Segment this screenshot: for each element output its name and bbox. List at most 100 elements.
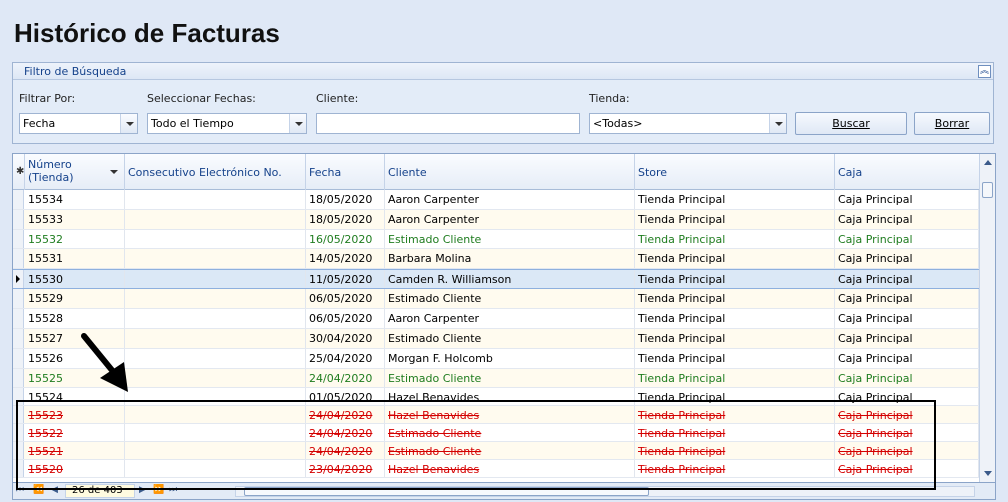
- cell-consecutivo[interactable]: [125, 249, 306, 268]
- row-indicator[interactable]: [13, 210, 24, 229]
- row-indicator[interactable]: [13, 230, 24, 248]
- row-indicator[interactable]: [13, 349, 24, 368]
- cell-store[interactable]: Tienda Principal: [635, 270, 835, 288]
- table-row[interactable]: 15528 06/05/2020 Aaron Carpenter Tienda Pri…: [13, 309, 979, 329]
- cell-store[interactable]: Tienda Principal: [635, 249, 835, 268]
- table-row[interactable]: 15533 18/05/2020 Aaron Carpenter Tienda Pri…: [13, 210, 979, 230]
- cell-cliente[interactable]: Aaron Carpenter: [385, 210, 635, 229]
- cliente-input[interactable]: [316, 113, 580, 134]
- cell-numero[interactable]: 15534: [25, 190, 125, 209]
- cell-consecutivo[interactable]: [125, 329, 306, 348]
- cell-caja-text: Caja Principal: [838, 312, 913, 325]
- cell-cliente[interactable]: Barbara Molina: [385, 249, 635, 268]
- scroll-up-icon[interactable]: [984, 160, 992, 165]
- cell-consecutivo[interactable]: [125, 230, 306, 248]
- col-header-numero[interactable]: Número (Tienda): [25, 154, 125, 190]
- cell-caja[interactable]: Caja Principal: [835, 309, 979, 328]
- col-header-caja[interactable]: Caja: [835, 154, 979, 190]
- col-header-cliente[interactable]: Cliente: [385, 154, 635, 190]
- cell-numero[interactable]: 15532: [25, 230, 125, 248]
- cell-fecha-text: 06/05/2020: [309, 312, 373, 325]
- cell-fecha[interactable]: 06/05/2020: [306, 309, 385, 328]
- table-row[interactable]: 15530 11/05/2020 Camden R. Williamson Tiend…: [13, 269, 979, 289]
- cell-cliente[interactable]: Estimado Cliente: [385, 289, 635, 308]
- cell-numero[interactable]: 15533: [25, 210, 125, 229]
- col-header-fecha[interactable]: Fecha: [306, 154, 385, 190]
- cell-consecutivo[interactable]: [125, 309, 306, 328]
- table-row[interactable]: 15526 25/04/2020 Morgan F. Holcomb Tienda P…: [13, 349, 979, 369]
- scroll-thumb[interactable]: [982, 182, 993, 198]
- table-row[interactable]: 15527 30/04/2020 Estimado Cliente Tienda Pr…: [13, 329, 979, 349]
- cell-consecutivo[interactable]: [125, 349, 306, 368]
- cell-fecha[interactable]: 24/04/2020: [306, 369, 385, 387]
- cell-store[interactable]: Tienda Principal: [635, 369, 835, 387]
- cell-store[interactable]: Tienda Principal: [635, 210, 835, 229]
- fechas-select[interactable]: Todo el Tiempo: [147, 113, 307, 134]
- cell-numero[interactable]: 15531: [25, 249, 125, 268]
- chevron-down-icon[interactable]: [769, 114, 786, 133]
- row-indicator[interactable]: [13, 289, 24, 308]
- filtrar-por-select[interactable]: Fecha: [19, 113, 138, 134]
- row-indicator[interactable]: [13, 249, 24, 268]
- double-chevron-up-icon[interactable]: ︽: [978, 65, 991, 78]
- cell-cliente[interactable]: Camden R. Williamson: [385, 270, 635, 288]
- cell-caja[interactable]: Caja Principal: [835, 190, 979, 209]
- chevron-down-icon[interactable]: [120, 114, 137, 133]
- cell-consecutivo[interactable]: [125, 210, 306, 229]
- cell-cliente[interactable]: Aaron Carpenter: [385, 309, 635, 328]
- cell-numero[interactable]: 15528: [25, 309, 125, 328]
- cell-numero[interactable]: 15529: [25, 289, 125, 308]
- borrar-button[interactable]: Borrar: [914, 112, 990, 135]
- cell-store[interactable]: Tienda Principal: [635, 329, 835, 348]
- cell-cliente[interactable]: Estimado Cliente: [385, 230, 635, 248]
- row-indicator[interactable]: [13, 369, 24, 387]
- cell-fecha[interactable]: 30/04/2020: [306, 329, 385, 348]
- scroll-down-icon[interactable]: [984, 471, 992, 476]
- table-row[interactable]: 15525 24/04/2020 Estimado Cliente Tienda Pr…: [13, 369, 979, 388]
- cell-cliente[interactable]: Estimado Cliente: [385, 329, 635, 348]
- cell-store[interactable]: Tienda Principal: [635, 309, 835, 328]
- cell-numero[interactable]: 15530: [25, 270, 125, 288]
- cell-caja[interactable]: Caja Principal: [835, 249, 979, 268]
- col-header-store[interactable]: Store: [635, 154, 835, 190]
- chevron-down-icon[interactable]: [289, 114, 306, 133]
- row-indicator[interactable]: [13, 309, 24, 328]
- cell-fecha[interactable]: 06/05/2020: [306, 289, 385, 308]
- cell-fecha[interactable]: 25/04/2020: [306, 349, 385, 368]
- vertical-scrollbar[interactable]: [979, 154, 995, 482]
- cell-fecha[interactable]: 18/05/2020: [306, 190, 385, 209]
- cell-consecutivo[interactable]: [125, 190, 306, 209]
- cell-caja[interactable]: Caja Principal: [835, 230, 979, 248]
- col-header-consecutivo[interactable]: Consecutivo Electrónico No.: [125, 154, 306, 190]
- current-row-indicator-icon[interactable]: [13, 270, 24, 288]
- cell-cliente-text: Morgan F. Holcomb: [388, 352, 493, 365]
- cell-caja[interactable]: Caja Principal: [835, 289, 979, 308]
- buscar-button[interactable]: Buscar: [795, 112, 907, 135]
- cell-caja[interactable]: Caja Principal: [835, 329, 979, 348]
- cell-store[interactable]: Tienda Principal: [635, 349, 835, 368]
- cell-cliente[interactable]: Aaron Carpenter: [385, 190, 635, 209]
- cell-store[interactable]: Tienda Principal: [635, 230, 835, 248]
- cell-store[interactable]: Tienda Principal: [635, 190, 835, 209]
- cell-caja[interactable]: Caja Principal: [835, 349, 979, 368]
- table-row[interactable]: 15531 14/05/2020 Barbara Molina Tienda Prin…: [13, 249, 979, 269]
- cell-store[interactable]: Tienda Principal: [635, 289, 835, 308]
- cell-caja[interactable]: Caja Principal: [835, 210, 979, 229]
- cell-consecutivo[interactable]: [125, 289, 306, 308]
- cell-fecha[interactable]: 16/05/2020: [306, 230, 385, 248]
- row-indicator[interactable]: [13, 190, 24, 209]
- cell-consecutivo[interactable]: [125, 270, 306, 288]
- cell-consecutivo[interactable]: [125, 369, 306, 387]
- cell-fecha[interactable]: 11/05/2020: [306, 270, 385, 288]
- cell-caja[interactable]: Caja Principal: [835, 270, 979, 288]
- cell-fecha[interactable]: 14/05/2020: [306, 249, 385, 268]
- cell-cliente[interactable]: Morgan F. Holcomb: [385, 349, 635, 368]
- cell-cliente[interactable]: Estimado Cliente: [385, 369, 635, 387]
- tienda-select[interactable]: <Todas>: [589, 113, 787, 134]
- table-row[interactable]: 15532 16/05/2020 Estimado Cliente Tienda Pr…: [13, 230, 979, 249]
- cell-caja[interactable]: Caja Principal: [835, 369, 979, 387]
- cell-fecha[interactable]: 18/05/2020: [306, 210, 385, 229]
- row-indicator[interactable]: [13, 329, 24, 348]
- table-row[interactable]: 15529 06/05/2020 Estimado Cliente Tienda Pr…: [13, 289, 979, 309]
- table-row[interactable]: 15534 18/05/2020 Aaron Carpenter Tienda Pri…: [13, 190, 979, 210]
